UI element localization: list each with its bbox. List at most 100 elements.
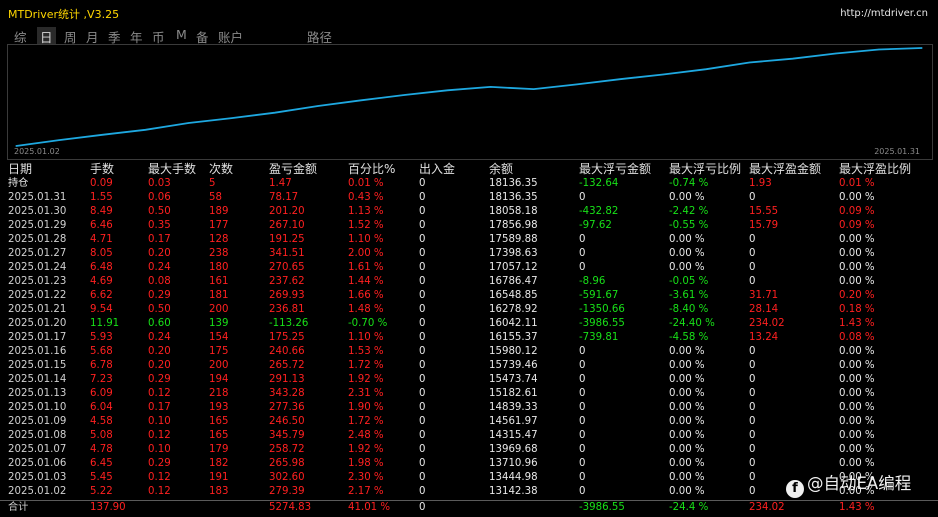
cell-col-0: 2025.01.28 — [8, 234, 67, 245]
cell-col-4: -113.26 — [269, 318, 309, 329]
cell-col-9: 0.00 % — [669, 444, 705, 455]
cell-col-9: -0.74 % — [669, 178, 709, 189]
cell-col-4: 277.36 — [269, 402, 305, 413]
cell-col-4: 267.10 — [269, 220, 305, 231]
cell-col-3: 189 — [209, 206, 229, 217]
watermark-text: @自动EA编程 — [807, 474, 912, 493]
cell-col-2: 0.24 — [148, 332, 171, 343]
cell-col-11: 0.00 % — [839, 458, 875, 469]
equity-point-11 — [490, 86, 492, 88]
equity-line-chart — [15, 47, 923, 147]
cell-col-5: 1.10 % — [348, 234, 384, 245]
cell-col-0: 2025.01.24 — [8, 262, 67, 273]
cell-col-1: 8.49 — [90, 206, 113, 217]
cell-col-5: 1.10 % — [348, 332, 384, 343]
cell-col-11: 1.43 % — [839, 318, 875, 329]
cell-col-6: 0 — [419, 248, 426, 259]
cell-col-10: 0 — [749, 402, 756, 413]
cell-col-6: 0 — [419, 360, 426, 371]
table-row: 2025.01.29 6.46 0.35 177 267.10 1.52 % 0 17856.… — [0, 219, 938, 233]
cell-col-5: 2.30 % — [348, 472, 384, 483]
cell-col-2: 0.17 — [148, 402, 171, 413]
cell-col-4: 265.72 — [269, 360, 305, 371]
table-header: 日期 手数 最大手数 次数 盈亏金额 百分比% 出入金 余额 最大浮亏金额 最大浮亏比例 最大浮盈金… — [0, 161, 938, 177]
cell-col-0: 2025.01.03 — [8, 472, 67, 483]
cell-col-6: 0 — [419, 502, 426, 513]
table-row: 2025.01.22 6.62 0.29 181 269.93 1.66 % 0 16548.… — [0, 289, 938, 303]
cell-col-9: 0.00 % — [669, 346, 705, 357]
cell-col-10: 0 — [749, 416, 756, 427]
cell-col-6: 0 — [419, 262, 426, 273]
cell-col-4: 291.13 — [269, 374, 305, 385]
cell-col-1: 6.45 — [90, 458, 113, 469]
app-title: MTDriver统计 ,V3.25 — [8, 8, 120, 21]
cell-col-10: 0 — [749, 360, 756, 371]
table-total-row: 合计 137.90 5274.83 41.01 % 0 -3986.55 -24.4 % 23… — [0, 500, 938, 515]
cell-col-1: 6.09 — [90, 388, 113, 399]
cell-col-11: 0.08 % — [839, 332, 875, 343]
daily-stats-table: 日期 手数 最大手数 次数 盈亏金额 百分比% 出入金 余额 最大浮亏金额 最大浮亏比例 最大浮盈金… — [0, 160, 938, 517]
cell-col-4: 1.47 — [269, 178, 292, 189]
cell-col-8: -1350.66 — [579, 304, 625, 315]
cell-col-5: -0.70 % — [348, 318, 388, 329]
tab-7[interactable]: M — [176, 27, 187, 42]
cell-col-6: 0 — [419, 472, 426, 483]
cell-col-2: 0.17 — [148, 234, 171, 245]
equity-point-10 — [446, 89, 448, 91]
cell-col-7: 13710.96 — [489, 458, 538, 469]
cell-col-8: -8.96 — [579, 276, 606, 287]
cell-col-10: 28.14 — [749, 304, 779, 315]
cell-col-7: 13444.98 — [489, 472, 538, 483]
cell-col-11: 0.01 % — [839, 178, 875, 189]
cell-col-5: 0.01 % — [348, 178, 384, 189]
cell-col-9: 0.00 % — [669, 192, 705, 203]
cell-col-8: -432.82 — [579, 206, 619, 217]
equity-point-1 — [58, 139, 60, 141]
cell-col-10: 0 — [749, 276, 756, 287]
cell-col-7: 17589.88 — [489, 234, 538, 245]
cell-col-4: 345.79 — [269, 430, 305, 441]
cell-col-10: 31.71 — [749, 290, 779, 301]
table-row: 2025.01.07 4.78 0.10 179 258.72 1.92 % 0 13969.… — [0, 443, 938, 457]
table-row: 2025.01.21 9.54 0.50 200 236.81 1.48 % 0 16278.… — [0, 303, 938, 317]
cell-col-3: 182 — [209, 458, 229, 469]
brand-logo-icon: f — [786, 480, 804, 498]
cell-col-2: 0.12 — [148, 388, 171, 399]
cell-col-3: 180 — [209, 262, 229, 273]
cell-col-8: -739.81 — [579, 332, 619, 343]
cell-col-2: 0.29 — [148, 458, 171, 469]
equity-point-17 — [748, 61, 751, 64]
cell-col-8: 0 — [579, 444, 586, 455]
cell-col-1: 6.46 — [90, 220, 113, 231]
cell-col-11: 0.00 % — [839, 444, 875, 455]
cell-col-5: 1.53 % — [348, 346, 384, 357]
cell-col-4: 237.62 — [269, 276, 305, 287]
table-row: 2025.01.13 6.09 0.12 218 343.28 2.31 % 0 15182.… — [0, 387, 938, 401]
cell-col-7: 13969.68 — [489, 444, 538, 455]
cell-col-2: 0.60 — [148, 318, 171, 329]
cell-col-2: 0.20 — [148, 346, 171, 357]
cell-col-4: 240.66 — [269, 346, 305, 357]
cell-col-2: 0.50 — [148, 304, 171, 315]
table-row: 2025.01.09 4.58 0.10 165 246.50 1.72 % 0 14561.… — [0, 415, 938, 429]
cell-col-1: 5.45 — [90, 472, 113, 483]
cell-col-3: 177 — [209, 220, 229, 231]
cell-col-6: 0 — [419, 402, 426, 413]
cell-col-4: 302.60 — [269, 472, 305, 483]
cell-col-6: 出入金 — [419, 162, 456, 176]
cell-col-3: 181 — [209, 290, 229, 301]
cell-col-1: 7.23 — [90, 374, 113, 385]
cell-col-11: 0.00 % — [839, 360, 875, 371]
cell-col-9: 0.00 % — [669, 486, 705, 497]
equity-point-5 — [231, 117, 233, 119]
cell-col-8: 0 — [579, 192, 586, 203]
cell-col-5: 1.13 % — [348, 206, 384, 217]
cell-col-9: 0.00 % — [669, 248, 705, 259]
cell-col-3: 次数 — [209, 162, 234, 176]
cell-col-2: 0.10 — [148, 416, 171, 427]
cell-col-4: 175.25 — [269, 332, 305, 343]
cell-col-0: 2025.01.21 — [8, 304, 67, 315]
cell-col-5: 2.48 % — [348, 430, 384, 441]
website-link[interactable]: http://mtdriver.cn — [840, 8, 928, 19]
cell-col-5: 41.01 % — [348, 502, 391, 513]
